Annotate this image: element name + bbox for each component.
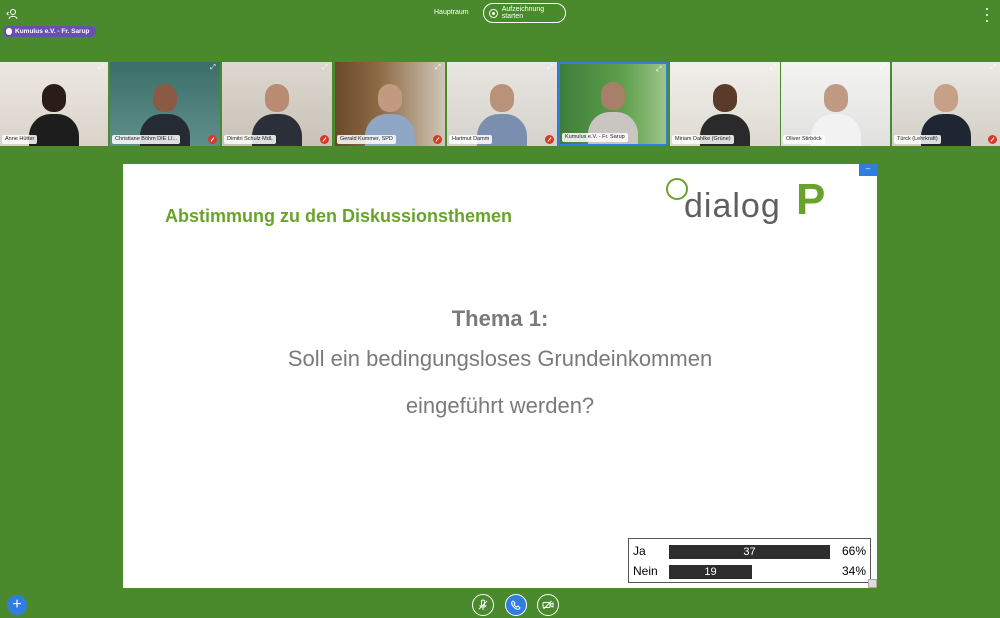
- user-icon: [6, 9, 18, 20]
- poll-bar-track: 37: [669, 545, 832, 559]
- microphone-muted-icon: [988, 135, 997, 144]
- room-name: Hauptraum: [434, 9, 469, 16]
- poll-row: Nein 19 34%: [633, 562, 869, 580]
- presenter-badge: Kumulus e.V. - Fr. Sarup: [3, 26, 96, 37]
- video-tile[interactable]: ⤢ Miriam Dahlke (Grüne): [670, 62, 780, 146]
- poll-results: Ja 37 66% Nein 19 34%: [628, 538, 871, 583]
- options-dot: [986, 14, 988, 16]
- minimize-presentation-button[interactable]: –: [859, 164, 877, 176]
- microphone-muted-icon: [208, 135, 217, 144]
- options-menu-button[interactable]: [980, 8, 994, 22]
- expand-icon[interactable]: ⤢: [321, 64, 329, 72]
- slide-theme: Thema 1:: [451, 306, 549, 331]
- video-tile[interactable]: ⤢ Gerald Kummer, SPD: [335, 62, 445, 146]
- mute-microphone-button[interactable]: [472, 594, 494, 616]
- microphone-muted-icon: [433, 135, 442, 144]
- video-tile[interactable]: ⤢ Dimitri Schulz MdL: [222, 62, 332, 146]
- microphone-muted-icon: [478, 599, 488, 610]
- poll-percent: 34%: [841, 564, 866, 578]
- microphone-muted-icon: [545, 135, 554, 144]
- participant-head: [153, 84, 177, 112]
- actions-add-button[interactable]: +: [7, 595, 27, 615]
- phone-icon: [510, 600, 521, 611]
- video-tile[interactable]: ⤢ Anne Hütter: [0, 62, 108, 146]
- user-list-toggle-button[interactable]: [4, 6, 20, 22]
- microphone-icon: [6, 28, 12, 35]
- options-dot: [986, 20, 988, 22]
- poll-option-label: Nein: [633, 564, 658, 578]
- slide-title: Abstimmung zu den Diskussionsthemen: [165, 206, 513, 226]
- leave-audio-button[interactable]: [505, 594, 527, 616]
- participant-name: Hartmut Damm: [449, 135, 493, 144]
- video-tile[interactable]: ⤢ Türck (Lehrkraft): [892, 62, 1000, 146]
- expand-icon[interactable]: ⤢: [546, 64, 554, 72]
- participant-name: Kumulus e.V. - Fr. Sarup: [562, 133, 628, 142]
- poll-percent: 66%: [841, 544, 866, 558]
- poll-row: Ja 37 66%: [633, 542, 869, 560]
- poll-bar: 19: [669, 565, 752, 579]
- dialogp-logo: dialog P: [666, 175, 851, 225]
- participant-name: Christiane Böhm DIE LI...: [112, 135, 181, 144]
- expand-icon[interactable]: ⤢: [879, 64, 887, 72]
- poll-bar: 37: [669, 545, 830, 559]
- top-bar: Hauptraum Aufzeichnung starten: [0, 0, 1000, 30]
- microphone-muted-icon: [320, 135, 329, 144]
- options-dot: [986, 8, 988, 10]
- participant-name: Gerald Kummer, SPD: [337, 135, 396, 144]
- start-recording-button[interactable]: Aufzeichnung starten: [483, 3, 566, 23]
- expand-icon[interactable]: ⤢: [769, 64, 777, 72]
- expand-icon[interactable]: ⤢: [655, 66, 663, 74]
- participant-head: [378, 84, 402, 112]
- resize-handle[interactable]: [868, 579, 877, 588]
- participant-head: [823, 84, 848, 112]
- record-icon: [489, 8, 498, 18]
- presentation-slide: – Abstimmung zu den Diskussionsthemen di…: [123, 164, 877, 588]
- camera-off-icon: [542, 600, 554, 610]
- video-tile-active[interactable]: ⤢ Kumulus e.V. - Fr. Sarup: [558, 62, 668, 146]
- participant-name: Oliver Stirböck: [783, 135, 825, 144]
- participant-head: [713, 84, 737, 112]
- presenter-label: Kumulus e.V. - Fr. Sarup: [15, 28, 90, 35]
- expand-icon[interactable]: ⤢: [209, 64, 217, 72]
- video-tile[interactable]: ⤢ Hartmut Damm: [447, 62, 557, 146]
- logo-text: dialog: [684, 187, 781, 225]
- logo-letter: P: [796, 175, 826, 224]
- participant-name: Dimitri Schulz MdL: [224, 135, 276, 144]
- poll-option-label: Ja: [633, 544, 646, 558]
- participant-name: Anne Hütter: [2, 135, 38, 144]
- participant-head: [42, 84, 66, 112]
- poll-bar-track: 19: [669, 565, 832, 579]
- share-webcam-button[interactable]: [537, 594, 559, 616]
- participant-head: [601, 82, 625, 110]
- expand-icon[interactable]: ⤢: [989, 64, 997, 72]
- video-tile[interactable]: ⤢ Christiane Böhm DIE LI...: [110, 62, 220, 146]
- start-recording-label: Aufzeichnung starten: [501, 6, 545, 20]
- slide-question-line1: Soll ein bedingungsloses Grundeinkommen: [287, 346, 713, 371]
- plus-icon: +: [12, 596, 22, 613]
- participant-head: [265, 84, 289, 112]
- participant-name: Miriam Dahlke (Grüne): [672, 135, 734, 144]
- participant-name: Türck (Lehrkraft): [894, 135, 941, 144]
- participant-head: [490, 84, 514, 112]
- expand-icon[interactable]: ⤢: [434, 64, 442, 72]
- slide-question-line2: eingeführt werden?: [405, 393, 595, 418]
- participant-head: [934, 84, 958, 112]
- video-tile[interactable]: ⤢ Oliver Stirböck: [781, 62, 890, 146]
- bottom-control-bar: +: [0, 593, 1000, 618]
- video-strip: ⤢ Anne Hütter ⤢ Christiane Böhm DIE LI..…: [0, 62, 1000, 146]
- expand-icon[interactable]: ⤢: [97, 64, 105, 72]
